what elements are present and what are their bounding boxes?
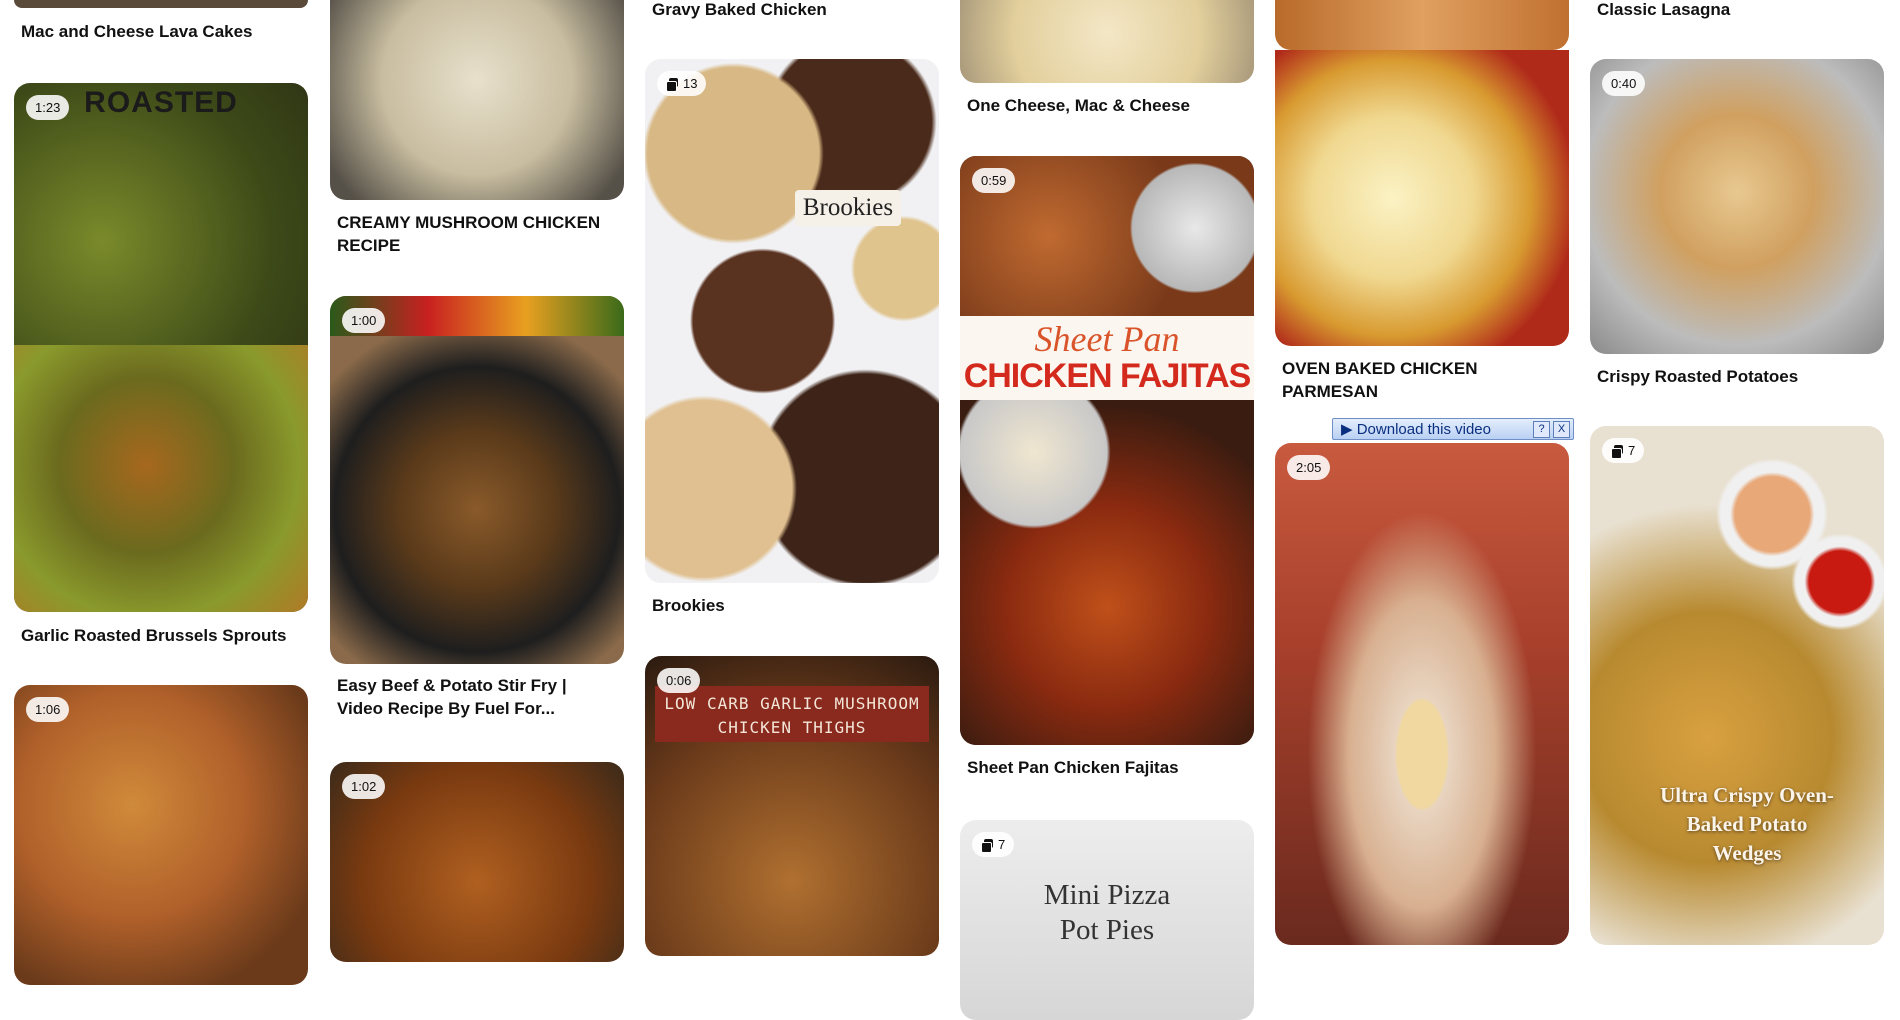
pin-title[interactable]: Classic Lasagna (1597, 0, 1877, 21)
video-duration-badge: 1:02 (342, 774, 386, 799)
pin-image[interactable]: LOW CARB GARLIC MUSHROOM CHICKEN THIGHS … (645, 656, 939, 956)
pin-image[interactable]: 2:05 (1275, 443, 1569, 945)
pin-title[interactable]: CREAMY MUSHROOM CHICKEN RECIPE (337, 211, 617, 257)
pin-title[interactable]: OVEN BAKED CHICKEN PARMESAN (1282, 357, 1562, 403)
video-duration-badge: 1:23 (26, 95, 70, 120)
multiple-images-icon (666, 77, 678, 92)
pin-image[interactable]: 1:06 (14, 685, 308, 985)
video-duration-badge: 0:40 (1602, 71, 1646, 96)
pin-image[interactable]: Sheet Pan CHICKEN FAJITAS 0:59 (960, 156, 1254, 745)
video-duration-badge: 1:00 (342, 308, 386, 333)
pin-title[interactable]: Easy Beef & Potato Stir Fry | Video Reci… (337, 674, 617, 720)
download-video-button[interactable]: ▶ Download this video (1333, 420, 1533, 438)
image-count-badge: 7 (972, 832, 1015, 857)
download-video-bar[interactable]: ▶ Download this video ? X (1332, 418, 1574, 440)
pin-title[interactable]: One Cheese, Mac & Cheese (967, 94, 1247, 117)
overlay-text-line-1: Sheet Pan (1034, 319, 1180, 359)
overlay-text: LOW CARB GARLIC MUSHROOM CHICKEN THIGHS (664, 694, 920, 737)
pin-title[interactable]: Crispy Roasted Potatoes (1597, 365, 1877, 388)
overlay-text-line-2: CHICKEN FAJITAS (963, 357, 1252, 395)
pin-title[interactable]: Mac and Cheese Lava Cakes (21, 20, 301, 43)
pin-image[interactable]: Brookies 13 (645, 59, 939, 583)
multiple-images-icon (1611, 444, 1623, 459)
pin-title[interactable]: Garlic Roasted Brussels Sprouts (21, 624, 301, 647)
pin-image[interactable] (1275, 0, 1569, 50)
pin-image[interactable]: 1:00 (330, 296, 624, 664)
pin-title[interactable]: Gravy Baked Chicken (652, 0, 932, 21)
pin-image[interactable]: 1:02 (330, 762, 624, 962)
close-button[interactable]: X (1553, 420, 1570, 438)
pin-image[interactable] (14, 0, 308, 8)
help-button[interactable]: ? (1533, 420, 1550, 438)
image-count-badge: 7 (1602, 438, 1645, 463)
video-duration-badge: 1:06 (26, 697, 70, 722)
pin-image[interactable]: Ultra Crispy Oven-Baked Potato Wedges 7 (1590, 426, 1884, 945)
pin-image[interactable] (1275, 50, 1569, 346)
overlay-text: Brookies (795, 190, 901, 226)
pin-image[interactable]: ROASTED 1:23 (14, 83, 308, 612)
pin-title[interactable]: Sheet Pan Chicken Fajitas (967, 756, 1247, 779)
pin-image[interactable] (960, 0, 1254, 83)
pin-image[interactable] (330, 0, 624, 200)
video-duration-badge: 2:05 (1287, 455, 1331, 480)
video-duration-badge: 0:59 (972, 168, 1016, 193)
multiple-images-icon (981, 838, 993, 853)
pin-image[interactable]: Mini Pizza Pot Pies 7 (960, 820, 1254, 1020)
image-count-badge: 13 (657, 71, 707, 96)
overlay-text-line-2: Pot Pies (1059, 914, 1155, 946)
play-icon: ▶ (1341, 421, 1353, 438)
pin-title[interactable]: Brookies (652, 594, 932, 617)
overlay-text-line-1: Mini Pizza (1043, 879, 1171, 911)
pin-image[interactable]: 0:40 (1590, 59, 1884, 354)
video-duration-badge: 0:06 (657, 668, 701, 693)
overlay-text: Ultra Crispy Oven-Baked Potato Wedges (1660, 783, 1834, 865)
